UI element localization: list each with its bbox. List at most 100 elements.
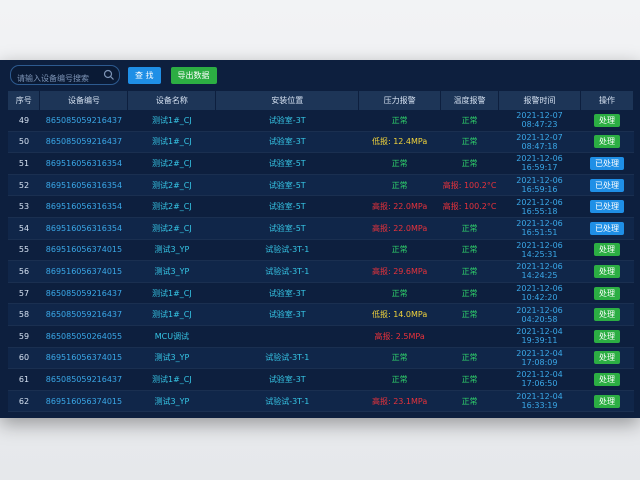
process-button[interactable]: 处理 <box>593 113 620 127</box>
process-button[interactable]: 处理 <box>593 372 620 386</box>
cell-temp-alarm: 正常 <box>440 282 499 305</box>
header-index: 序号 <box>8 91 41 110</box>
cell-device-id: 865085059216437 <box>39 303 128 326</box>
cell-alarm-time: 2021-12-06 14:24:25 <box>498 260 581 283</box>
cell-location: 试验室-3T <box>215 282 359 305</box>
process-button[interactable]: 处理 <box>593 329 620 343</box>
cell-action: 处理 <box>580 347 634 370</box>
table-header-row: 序号 设备编号 设备名称 安装位置 压力报警 温度报警 报警时间 操作 <box>8 91 635 110</box>
cell-alarm-time: 2021-12-04 17:06:50 <box>498 368 581 391</box>
processed-button[interactable]: 已处理 <box>589 156 624 170</box>
export-button[interactable]: 导出数据 <box>170 66 217 84</box>
cell-alarm-time: 2021-12-07 08:47:18 <box>498 131 581 154</box>
process-button[interactable]: 处理 <box>593 135 620 149</box>
cell-location: 试验试-3T-1 <box>215 239 359 262</box>
cell-index: 62 <box>8 390 40 413</box>
cell-device-id: 869516056374015 <box>39 390 128 413</box>
cell-device-id: 869516056316354 <box>39 174 128 197</box>
cell-device-id: 865085059216437 <box>39 110 128 132</box>
cell-temp-alarm: 正常 <box>440 152 499 175</box>
cell-device-id: 869516056316354 <box>39 217 128 240</box>
cell-location: 试验室-5T <box>215 217 359 240</box>
cell-action: 处理 <box>580 110 634 132</box>
cell-action: 处理 <box>580 303 634 326</box>
cell-device-id: 869516056316354 <box>39 195 128 218</box>
cell-alarm-time: 2021-12-04 17:08:09 <box>498 347 581 370</box>
cell-pressure-alarm: 正常 <box>358 152 441 175</box>
header-action: 操作 <box>580 91 635 110</box>
table-row: 49 865085059216437 测试1#_CJ 试验室-3T 正常 正常 2021-1… <box>8 110 634 132</box>
cell-location: 试验试-3T-1 <box>215 347 359 370</box>
cell-temp-alarm: 正常 <box>440 217 499 240</box>
header-pressure-alarm: 压力报警 <box>358 91 442 110</box>
search-input[interactable] <box>11 70 103 87</box>
cell-device-name: 测试3_YP <box>127 239 216 262</box>
process-button[interactable]: 处理 <box>593 264 620 278</box>
cell-location: 试验室-3T <box>215 131 359 154</box>
cell-pressure-alarm: 低报: 12.4MPa <box>358 131 441 154</box>
cell-device-name: 测试2#_CJ <box>127 217 216 240</box>
cell-device-name: 测试2#_CJ <box>127 195 216 218</box>
cell-location: 试验试-3T-1 <box>215 260 359 283</box>
processed-button[interactable]: 已处理 <box>589 200 624 214</box>
cell-index: 58 <box>8 303 40 326</box>
cell-pressure-alarm: 高报: 22.0MPa <box>358 217 441 240</box>
table-row: 52 869516056316354 测试2#_CJ 试验室-5T 正常 高报: 100.… <box>8 174 634 197</box>
table-row: 50 865085059216437 测试1#_CJ 试验室-3T 低报: 12.4MP… <box>8 131 634 154</box>
cell-device-name: 测试2#_CJ <box>127 174 216 197</box>
cell-temp-alarm: 正常 <box>440 303 499 326</box>
processed-button[interactable]: 已处理 <box>589 221 624 235</box>
cell-action: 已处理 <box>580 152 634 175</box>
cell-location: 试验室-3T <box>215 368 359 391</box>
table-row: 60 869516056374015 测试3_YP 试验试-3T-1 正常 正常 2021-… <box>8 347 634 370</box>
cell-index: 57 <box>8 282 40 305</box>
cell-pressure-alarm: 高报: 23.1MPa <box>358 390 441 413</box>
cell-device-id: 865085059216437 <box>39 282 128 305</box>
table-row: 54 869516056316354 测试2#_CJ 试验室-5T 高报: 22.0MP… <box>8 217 634 240</box>
cell-action: 处理 <box>580 260 634 283</box>
cell-device-name: 测试1#_CJ <box>127 110 216 132</box>
cell-pressure-alarm: 正常 <box>358 239 441 262</box>
cell-index: 49 <box>8 110 40 132</box>
process-button[interactable]: 处理 <box>593 394 620 408</box>
cell-device-id: 869516056374015 <box>39 239 128 262</box>
cell-alarm-time: 2021-12-06 04:20:58 <box>498 303 581 326</box>
cell-index: 51 <box>8 152 40 175</box>
search-icon[interactable] <box>103 69 115 81</box>
process-button[interactable]: 处理 <box>593 351 620 365</box>
process-button[interactable]: 处理 <box>593 243 620 257</box>
cell-device-name: 测试1#_CJ <box>127 368 216 391</box>
process-button[interactable]: 处理 <box>593 308 620 322</box>
cell-index: 60 <box>8 347 40 370</box>
cell-action: 处理 <box>580 368 634 391</box>
process-button[interactable]: 处理 <box>593 286 620 300</box>
search-button[interactable]: 查 找 <box>128 66 161 84</box>
table-row: 58 865085059216437 测试1#_CJ 试验室-3T 低报: 14.0MP… <box>8 303 634 326</box>
cell-location: 试验室-5T <box>215 174 359 197</box>
cell-pressure-alarm: 正常 <box>358 110 441 132</box>
cell-temp-alarm: 正常 <box>440 390 499 413</box>
header-temp-alarm: 温度报警 <box>440 91 500 110</box>
cell-temp-alarm: 正常 <box>440 110 499 132</box>
table-row: 61 865085059216437 测试1#_CJ 试验室-3T 正常 正常 2021-1… <box>8 368 634 391</box>
cell-device-name: MCU调试 <box>127 325 216 348</box>
cell-alarm-time: 2021-12-06 16:59:17 <box>498 152 581 175</box>
cell-location: 试验试-3T-1 <box>215 390 359 413</box>
table-row: 59 865085050264055 MCU调试 高报: 2.5MPa 2021-12-… <box>8 325 634 348</box>
cell-device-id: 869516056374015 <box>39 347 128 370</box>
processed-button[interactable]: 已处理 <box>589 178 624 192</box>
cell-index: 56 <box>8 260 40 283</box>
cell-alarm-time: 2021-12-06 16:51:51 <box>498 217 581 240</box>
cell-alarm-time: 2021-12-04 19:39:11 <box>498 325 581 348</box>
cell-device-name: 测试3_YP <box>127 347 216 370</box>
cell-pressure-alarm: 高报: 29.6MPa <box>358 260 441 283</box>
cell-alarm-time: 2021-12-07 08:47:23 <box>498 110 581 132</box>
cell-device-name: 测试1#_CJ <box>127 282 216 305</box>
cell-temp-alarm: 正常 <box>440 347 499 370</box>
table-row: 56 869516056374015 测试3_YP 试验试-3T-1 高报: 29.6M… <box>8 260 634 283</box>
cell-action: 处理 <box>580 390 634 413</box>
header-location: 安装位置 <box>215 91 360 110</box>
cell-index: 54 <box>8 217 40 240</box>
cell-location <box>215 325 359 348</box>
cell-device-id: 869516056316354 <box>39 152 128 175</box>
